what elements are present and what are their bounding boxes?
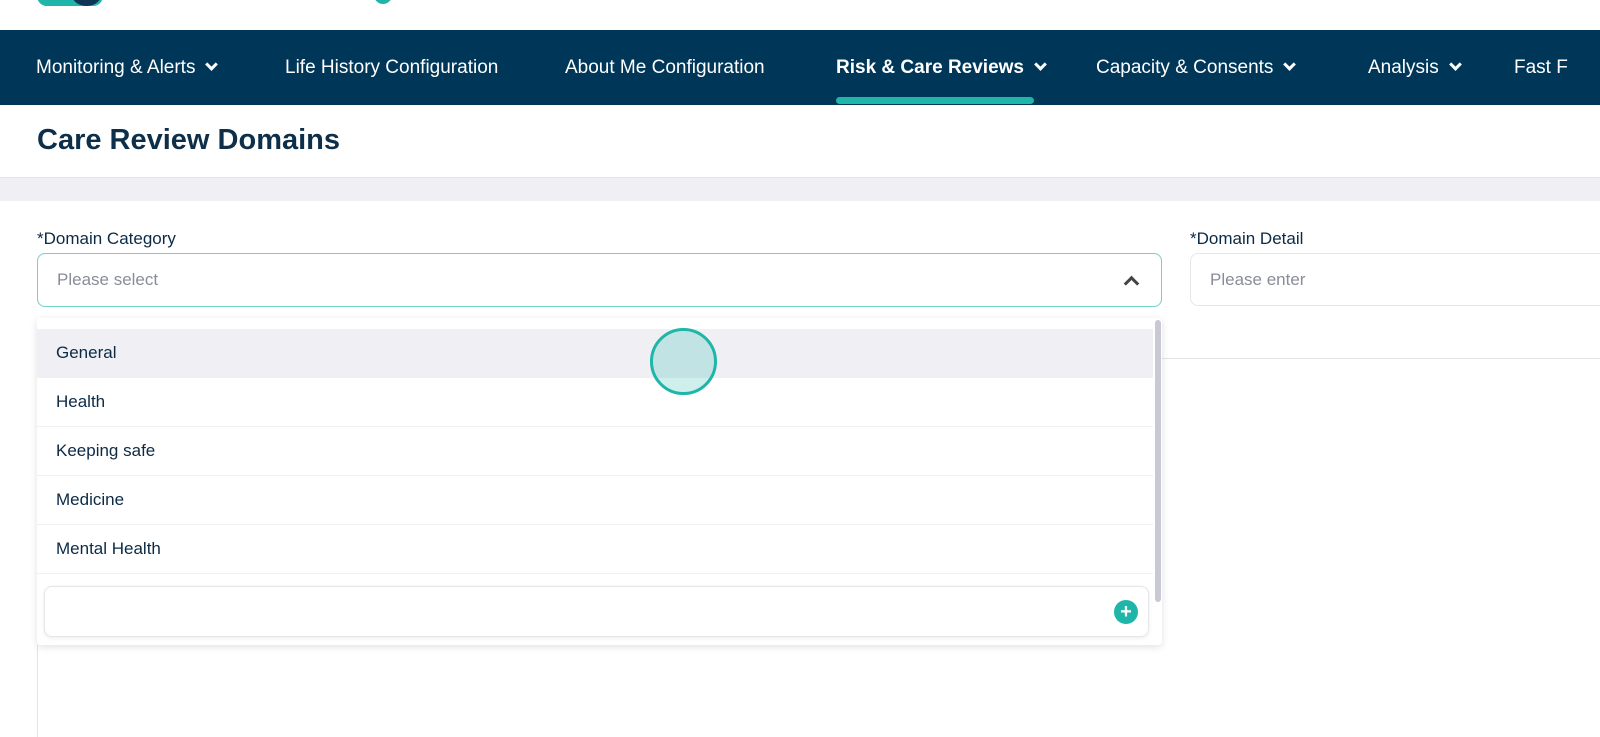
nav-analysis[interactable]: Analysis bbox=[1368, 30, 1462, 105]
chevron-down-icon bbox=[1283, 58, 1297, 71]
nav-label: Capacity & Consents bbox=[1096, 56, 1274, 78]
chevron-up-icon bbox=[1123, 275, 1140, 292]
option-general[interactable]: General bbox=[37, 329, 1153, 378]
active-tab-indicator bbox=[836, 97, 1034, 104]
domain-category-select[interactable]: Please select bbox=[37, 253, 1162, 307]
page-title: Care Review Domains bbox=[37, 124, 341, 156]
domain-category-label: *Domain Category bbox=[37, 229, 176, 248]
nav-life-history-configuration[interactable]: Life History Configuration bbox=[285, 30, 498, 105]
nav-label: Life History Configuration bbox=[285, 56, 499, 78]
chevron-down-icon bbox=[205, 58, 219, 71]
nav-label: Analysis bbox=[1368, 56, 1439, 78]
nav-risk-care-reviews[interactable]: Risk & Care Reviews bbox=[836, 30, 1047, 105]
chevron-down-icon bbox=[1448, 58, 1462, 71]
option-mental-health[interactable]: Mental Health bbox=[37, 525, 1153, 574]
add-option-input[interactable]: + bbox=[44, 586, 1149, 637]
nav-label: Fast F bbox=[1514, 56, 1568, 78]
option-medicine[interactable]: Medicine bbox=[37, 476, 1153, 525]
dropdown-scrollbar[interactable] bbox=[1155, 320, 1161, 602]
domain-detail-label: *Domain Detail bbox=[1190, 229, 1304, 248]
input-placeholder: Please enter bbox=[1210, 269, 1306, 289]
divider bbox=[37, 645, 38, 737]
nav-label: Monitoring & Alerts bbox=[36, 56, 196, 78]
domain-detail-input[interactable]: Please enter bbox=[1190, 253, 1600, 306]
option-keeping-safe[interactable]: Keeping safe bbox=[37, 427, 1153, 476]
nav-label: About Me Configuration bbox=[565, 56, 765, 78]
chevron-down-icon bbox=[1034, 58, 1047, 71]
nav-fast[interactable]: Fast F bbox=[1514, 30, 1568, 105]
logo-dot bbox=[374, 0, 392, 4]
nav-capacity-consents[interactable]: Capacity & Consents bbox=[1096, 30, 1297, 105]
click-indicator bbox=[650, 328, 717, 395]
nav-label: Risk & Care Reviews bbox=[836, 56, 1024, 78]
nav-about-me-configuration[interactable]: About Me Configuration bbox=[565, 30, 765, 105]
main-nav: Monitoring & Alerts Life History Configu… bbox=[0, 30, 1600, 105]
option-health[interactable]: Health bbox=[37, 378, 1153, 427]
section-divider bbox=[0, 177, 1600, 201]
plus-circle-icon[interactable]: + bbox=[1114, 600, 1138, 624]
domain-category-dropdown: General Health Keeping safe Medicine Men… bbox=[37, 318, 1162, 645]
select-placeholder: Please select bbox=[57, 270, 159, 289]
divider bbox=[1162, 358, 1600, 359]
nav-monitoring-alerts[interactable]: Monitoring & Alerts bbox=[36, 30, 219, 105]
